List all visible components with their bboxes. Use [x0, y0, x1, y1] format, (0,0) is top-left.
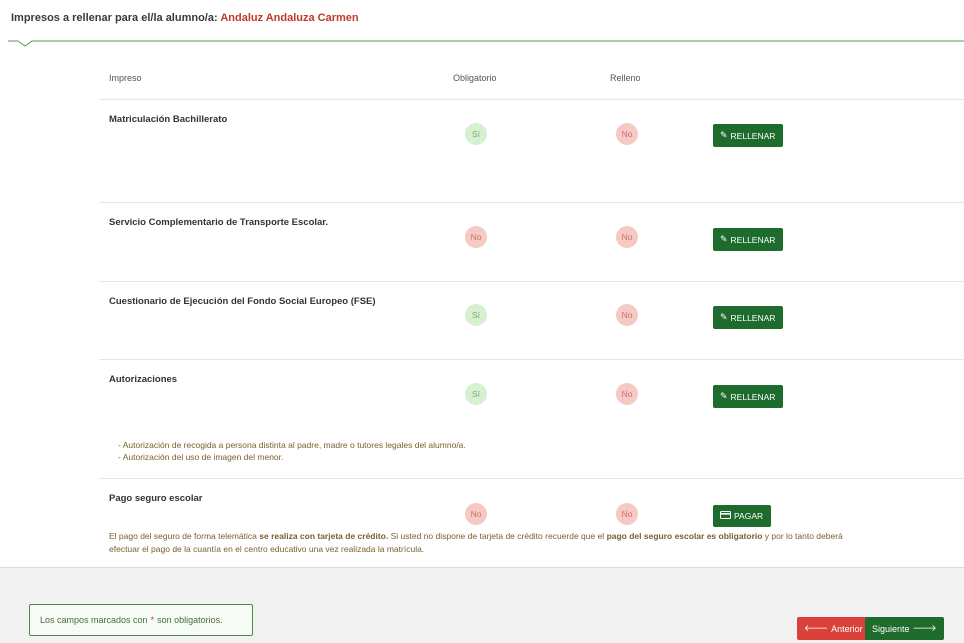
arrow-left-icon: 🡐 [804, 623, 829, 633]
payment-note-bold: pago del seguro escolar es obligatorio [606, 531, 763, 541]
required-fields-notice: Los campos marcados con * son obligatori… [29, 604, 253, 636]
authorization-notes: - Autorización de recogida a persona dis… [118, 439, 466, 463]
fill-button-label: RELLENAR [730, 130, 776, 141]
obligatorio-badge: Sí [465, 383, 487, 405]
fill-button-label: RELLENAR [730, 391, 776, 402]
obligatorio-badge: No [465, 503, 487, 525]
form-title: Matriculación Bachillerato [109, 114, 228, 125]
relleno-badge: No [616, 226, 638, 248]
previous-button[interactable]: 🡐 Anterior [797, 617, 870, 640]
fill-button[interactable]: ✎ RELLENAR [713, 306, 784, 329]
column-header-impreso: Impreso [109, 73, 142, 83]
payment-note-text: y por lo tanto deberá [762, 531, 843, 541]
pencil-icon: ✎ [720, 391, 728, 401]
fill-button[interactable]: ✎ RELLENAR [713, 228, 784, 251]
form-title: Pago seguro escolar [109, 493, 203, 504]
payment-note-text: El pago del seguro de forma telemática [109, 531, 260, 541]
page-heading: Impresos a rellenar para el/la alumno/a:… [11, 12, 359, 24]
next-button[interactable]: Siguiente 🡒 [865, 617, 944, 640]
payment-note: El pago del seguro de forma telemática s… [109, 530, 964, 556]
form-title: Cuestionario de Ejecución del Fondo Soci… [109, 296, 376, 307]
relleno-badge: No [616, 383, 638, 405]
form-title: Autorizaciones [109, 374, 178, 385]
next-button-label: Siguiente [872, 623, 910, 634]
authorization-note: - Autorización de recogida a persona dis… [118, 440, 466, 450]
row-divider [99, 202, 964, 203]
row-divider [99, 359, 964, 360]
column-header-obligatorio: Obligatorio [453, 73, 497, 83]
arrow-right-icon: 🡒 [912, 623, 937, 633]
obligatorio-badge: Sí [465, 123, 487, 145]
relleno-badge: No [616, 304, 638, 326]
fill-button[interactable]: ✎ RELLENAR [713, 385, 784, 408]
row-divider [99, 281, 964, 282]
obligatorio-badge: Sí [465, 304, 487, 326]
credit-card-icon [720, 511, 731, 521]
column-header-relleno: Relleno [610, 73, 641, 83]
obligatorio-badge: No [465, 226, 487, 248]
form-title: Servicio Complementario de Transporte Es… [109, 217, 329, 228]
footer-bar: Los campos marcados con * son obligatori… [0, 567, 964, 643]
row-divider [99, 478, 964, 479]
previous-button-label: Anterior [831, 623, 863, 634]
heading-prefix: Impresos a rellenar para el/la alumno/a: [11, 12, 218, 24]
fill-button-label: RELLENAR [730, 312, 776, 323]
relleno-badge: No [616, 123, 638, 145]
student-name: Andaluz Andaluza Carmen [220, 12, 359, 24]
fill-button-label: RELLENAR [730, 234, 776, 245]
row-divider [99, 99, 964, 100]
pencil-icon: ✎ [720, 130, 728, 140]
pay-button[interactable]: PAGAR [713, 505, 772, 527]
required-star: * [150, 615, 155, 625]
payment-note-line2: efectuar el pago de la cuantía en el cen… [109, 544, 425, 554]
pay-button-label: PAGAR [734, 511, 764, 521]
notice-text: son obligatorios. [157, 615, 223, 625]
fill-button[interactable]: ✎ RELLENAR [713, 124, 784, 147]
authorization-note: - Autorización del uso de imagen del men… [118, 452, 284, 462]
payment-note-text: Si usted no dispone de tarjeta de crédit… [388, 531, 607, 541]
pencil-icon: ✎ [720, 234, 728, 244]
payment-note-bold: se realiza con tarjeta de crédito. [259, 531, 389, 541]
header-divider [8, 34, 964, 48]
relleno-badge: No [616, 503, 638, 525]
notice-text: Los campos marcados con [40, 615, 148, 625]
pencil-icon: ✎ [720, 312, 728, 322]
